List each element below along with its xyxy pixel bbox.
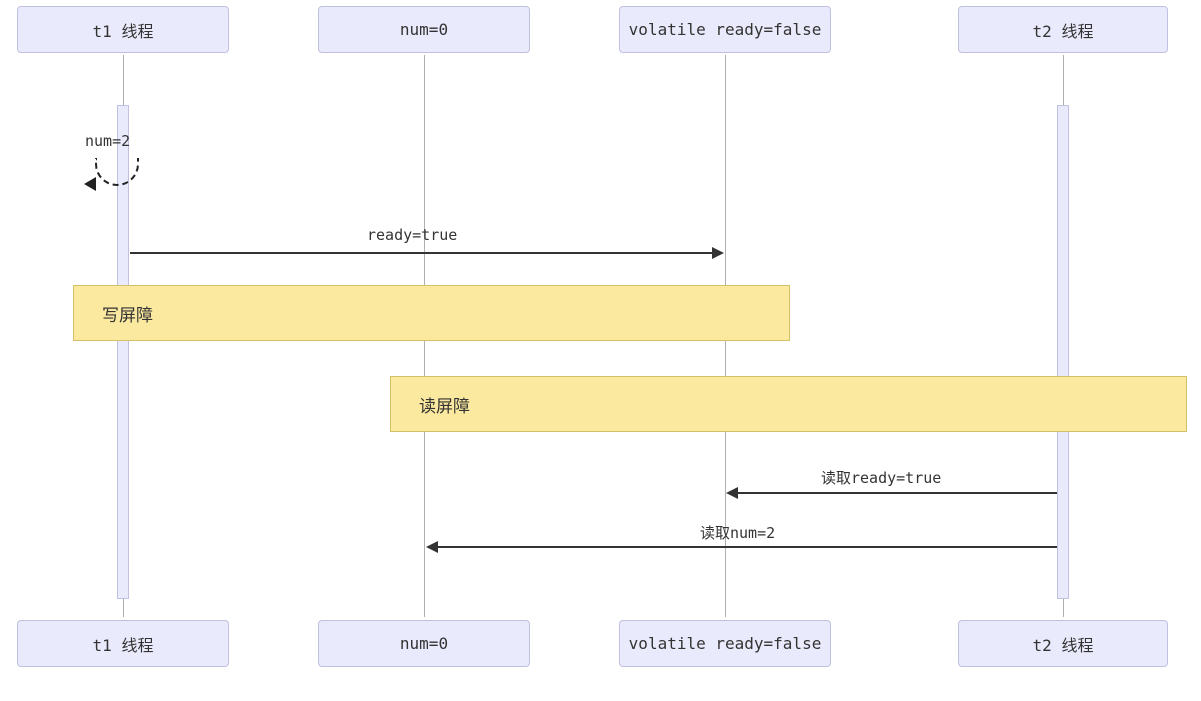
read-barrier-label: 读屏障 <box>419 392 470 417</box>
self-message-label: num=2 <box>85 132 130 150</box>
msg-ready-true-label: ready=true <box>367 226 457 244</box>
msg-read-ready-line <box>738 492 1057 494</box>
msg-read-ready-arrowhead <box>726 487 738 499</box>
write-barrier-box: 写屏障 <box>73 285 790 341</box>
participant-ready-top: volatile ready=false <box>619 6 831 53</box>
activation-t2 <box>1057 105 1069 599</box>
participant-t1-top: t1 线程 <box>17 6 229 53</box>
self-loop-arrowhead <box>84 177 96 191</box>
write-barrier-label: 写屏障 <box>102 301 153 326</box>
participant-t2-top: t2 线程 <box>958 6 1168 53</box>
participant-t2-bottom: t2 线程 <box>958 620 1168 667</box>
msg-ready-true-arrowhead <box>712 247 724 259</box>
self-loop <box>95 158 139 186</box>
participant-num-top: num=0 <box>318 6 530 53</box>
msg-read-num-arrowhead <box>426 541 438 553</box>
msg-read-num-line <box>438 546 1057 548</box>
participant-t1-bottom: t1 线程 <box>17 620 229 667</box>
read-barrier-box: 读屏障 <box>390 376 1187 432</box>
msg-read-ready-label: 读取ready=true <box>821 467 941 488</box>
participant-num-bottom: num=0 <box>318 620 530 667</box>
msg-ready-true-line <box>130 252 714 254</box>
participant-ready-bottom: volatile ready=false <box>619 620 831 667</box>
msg-read-num-label: 读取num=2 <box>700 522 775 543</box>
